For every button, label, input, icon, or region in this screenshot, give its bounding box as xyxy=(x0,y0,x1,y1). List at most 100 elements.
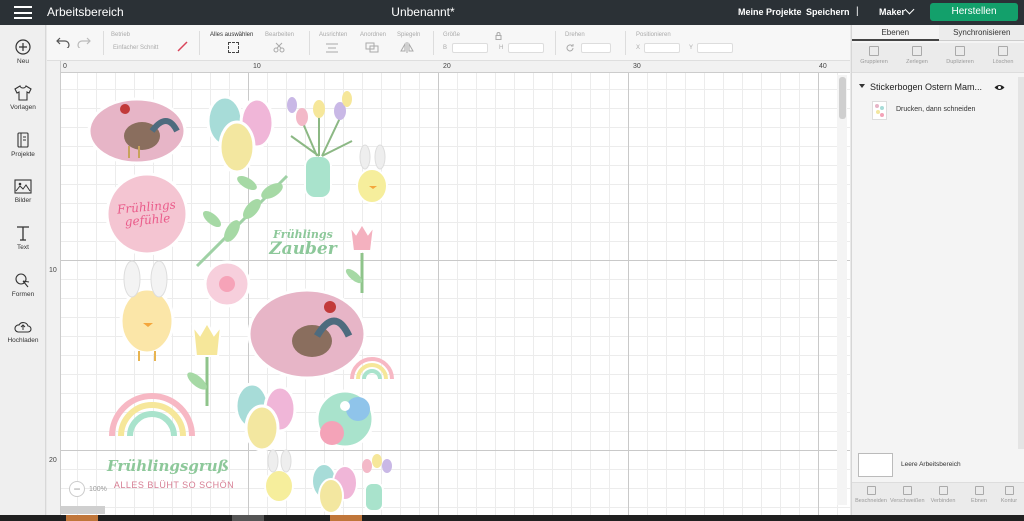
canvas-vertical-scrollbar[interactable] xyxy=(837,75,847,505)
align-icon[interactable] xyxy=(325,42,339,53)
sidebar-item-label: Vorlagen xyxy=(10,104,36,111)
width-input[interactable] xyxy=(452,43,488,53)
sticker-text-fruehlingsgruss[interactable]: Frühlingsgruß xyxy=(107,458,229,475)
sidebar-item-label: Neu xyxy=(17,58,29,65)
flatten-button[interactable]: Ebnen xyxy=(962,486,996,504)
rooster-sticker xyxy=(87,97,187,165)
attach-button[interactable]: Verbinden xyxy=(926,486,960,504)
height-input[interactable] xyxy=(508,43,544,53)
topbar-separator: | xyxy=(856,6,859,17)
layer-name: Drucken, dann schneiden xyxy=(896,106,976,113)
lock-icon[interactable] xyxy=(495,32,502,40)
chevron-down-icon[interactable] xyxy=(904,4,915,15)
ungroup-button[interactable]: Zerlegen xyxy=(897,46,937,65)
sticker-text-line: Zauber xyxy=(269,238,337,259)
operation-select[interactable]: Einfacher Schnitt xyxy=(113,45,158,51)
pen-icon[interactable] xyxy=(177,41,188,52)
rotate-label: Drehen xyxy=(565,32,585,38)
blank-canvas-label: Leere Arbeitsbereich xyxy=(901,461,961,468)
ungroup-icon xyxy=(912,46,922,56)
toolbar-divider xyxy=(309,31,310,55)
arrange-label: Anordnen xyxy=(360,32,387,38)
rainbow-large-sticker xyxy=(109,393,195,437)
pos-y-input[interactable] xyxy=(697,43,733,53)
sidebar-item-templates[interactable]: Vorlagen xyxy=(0,85,46,111)
save-link[interactable]: Speichern xyxy=(806,7,850,17)
eye-icon[interactable] xyxy=(994,84,1005,91)
layers-panel: Ebenen Synchronisieren Gruppieren Zerleg… xyxy=(851,25,1024,515)
blank-canvas-row[interactable]: Leere Arbeitsbereich xyxy=(858,453,1020,479)
projects-icon xyxy=(17,132,29,148)
machine-select[interactable]: Maker xyxy=(879,7,905,17)
taskbar-app[interactable] xyxy=(66,515,98,521)
blank-canvas-swatch[interactable] xyxy=(858,453,893,477)
duplicate-icon xyxy=(955,46,965,56)
width-label: B xyxy=(443,45,448,51)
toolbar-divider xyxy=(199,31,200,55)
delete-button[interactable]: Löschen xyxy=(983,46,1023,65)
undo-icon[interactable] xyxy=(56,37,70,48)
sticker-text-alles-blueht[interactable]: ALLES BLÜHT SO SCHÖN xyxy=(99,480,249,490)
top-bar: Arbeitsbereich Unbenannt* Meine Projekte… xyxy=(0,0,1024,25)
position-label: Positionieren xyxy=(636,32,671,38)
pos-x-input[interactable] xyxy=(644,43,680,53)
sidebar-item-text[interactable]: Text xyxy=(0,225,46,251)
weld-button[interactable]: Verschweißen xyxy=(890,486,925,504)
canvas-horizontal-scroll-thumb[interactable] xyxy=(61,506,105,514)
action-label: Duplizieren xyxy=(946,59,974,65)
panel-scrollbar[interactable] xyxy=(1018,77,1024,449)
sidebar-item-label: Formen xyxy=(11,291,35,298)
scissors-icon[interactable] xyxy=(273,42,287,53)
sidebar-item-label: Text xyxy=(17,244,29,251)
group-button[interactable]: Gruppieren xyxy=(854,46,894,65)
rooster-sticker xyxy=(247,288,367,380)
sticker-sheet-artwork[interactable] xyxy=(47,61,837,515)
sidebar-item-images[interactable]: Bilder xyxy=(0,179,46,204)
redo-icon[interactable] xyxy=(77,37,91,48)
arrange-icon[interactable] xyxy=(365,42,379,53)
canvas-vertical-scroll-thumb[interactable] xyxy=(839,77,846,119)
layer-group-row[interactable]: Stickerbogen Ostern Mam... xyxy=(852,81,1024,95)
rotate-icon xyxy=(566,44,574,52)
sidebar-item-projects[interactable]: Projekte xyxy=(0,132,46,158)
my-projects-link[interactable]: Meine Projekte xyxy=(738,7,802,17)
make-button[interactable]: Herstellen xyxy=(930,3,1018,21)
caret-down-icon[interactable] xyxy=(859,84,865,88)
shapes-icon xyxy=(15,273,30,288)
chick-sticker xyxy=(356,144,388,204)
design-canvas[interactable]: 0 10 20 30 40 10 20 Frühlings gefühle Fr… xyxy=(47,61,850,515)
contour-button[interactable]: Kontur xyxy=(992,486,1024,504)
slice-icon xyxy=(866,486,876,495)
weld-icon xyxy=(902,486,912,495)
flower-sticker xyxy=(203,260,251,308)
document-title[interactable]: Unbenannt* xyxy=(0,5,846,19)
tab-layers[interactable]: Ebenen xyxy=(852,25,939,41)
tab-sync[interactable]: Synchronisieren xyxy=(938,25,1024,41)
left-sidebar: Neu Vorlagen Projekte Bilder Text Formen… xyxy=(0,25,46,515)
layer-row[interactable]: Drucken, dann schneiden xyxy=(872,101,1022,121)
select-all-label: Alles auswählen xyxy=(210,32,254,38)
sidebar-item-upload[interactable]: Hochladen xyxy=(0,320,46,344)
sidebar-item-shapes[interactable]: Formen xyxy=(0,272,46,298)
flip-icon[interactable] xyxy=(400,42,414,53)
duplicate-button[interactable]: Duplizieren xyxy=(940,46,980,65)
tulip-yellow-sticker xyxy=(187,321,223,406)
upload-cloud-icon xyxy=(14,322,32,333)
image-icon xyxy=(14,179,32,194)
attach-icon xyxy=(938,486,948,495)
sidebar-item-label: Bilder xyxy=(14,197,32,204)
layer-thumbnail xyxy=(872,101,887,120)
taskbar-app[interactable] xyxy=(232,515,264,521)
panel-tabs: Ebenen Synchronisieren xyxy=(852,25,1024,41)
toolbar-divider xyxy=(103,31,104,55)
trash-icon xyxy=(998,46,1008,56)
taskbar-app[interactable] xyxy=(330,515,362,521)
toolbar-divider xyxy=(625,31,626,55)
slice-button[interactable]: Beschneiden xyxy=(854,486,888,504)
rotate-input[interactable] xyxy=(581,43,611,53)
sticker-thumbnail-icon xyxy=(875,104,884,117)
sticker-text-fruehlingszauber[interactable]: Frühlings Zauber xyxy=(257,229,349,258)
zoom-out-button[interactable]: − xyxy=(69,481,85,497)
sidebar-item-new[interactable]: Neu xyxy=(0,39,46,65)
select-all-icon[interactable] xyxy=(228,42,239,53)
